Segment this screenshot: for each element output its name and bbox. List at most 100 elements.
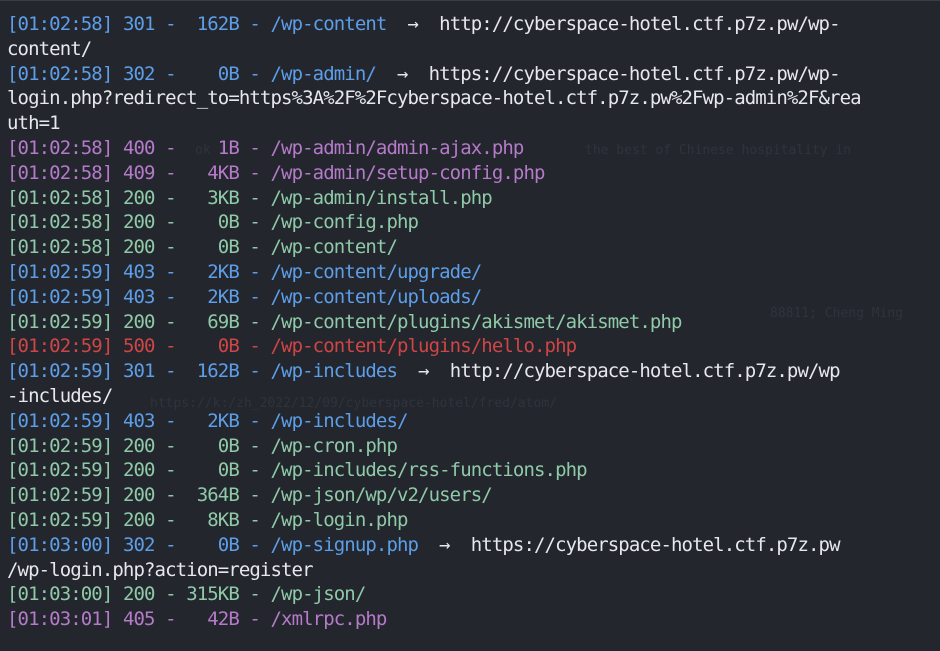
- request-path: /wp-content/plugins/hello.php: [270, 335, 578, 358]
- scan-output: [01:02:58] 301 - 162B - /wp-content → ht…: [7, 12, 937, 632]
- separator: -: [154, 13, 187, 35]
- terminal-window[interactable]: the best of Chinese hospitality in ok f …: [0, 0, 940, 651]
- log-line: [01:02:58] 409 - 4KB - /wp-admin/setup-c…: [7, 161, 937, 186]
- status-code: 301: [122, 13, 156, 35]
- log-line: [01:02:58] 200 - 0B - /wp-config.php: [7, 210, 937, 235]
- log-line: [01:02:59] 200 - 69B - /wp-content/plugi…: [7, 310, 937, 335]
- log-line: [01:02:59] 200 - 364B - /wp-json/wp/v2/u…: [7, 483, 937, 508]
- separator: -: [154, 310, 187, 333]
- timestamp: [01:02:58]: [7, 236, 113, 259]
- response-size: 162B: [186, 13, 240, 35]
- timestamp: [01:02:59]: [7, 335, 113, 358]
- status-code: 302: [122, 533, 156, 556]
- status-code: 200: [122, 310, 156, 333]
- separator: -: [154, 335, 187, 358]
- separator: -: [154, 459, 187, 482]
- timestamp: [01:02:58]: [7, 161, 113, 184]
- timestamp: [01:02:59]: [7, 409, 113, 432]
- separator: -: [238, 335, 271, 358]
- response-size: 0B: [186, 211, 240, 234]
- request-path: /wp-login.php: [270, 508, 409, 531]
- log-entry: [01:02:58] 302 - 0B - /wp-admin/: [7, 62, 377, 85]
- status-code: 403: [122, 260, 156, 283]
- log-entry: [01:03:01] 405 - 42B - /xmlrpc.php: [7, 608, 388, 631]
- redirect-url: https://cyberspace-hotel.ctf.p7z.pw: [470, 533, 841, 556]
- log-line: [01:02:59] 200 - 0B - /wp-includes/rss-f…: [7, 458, 937, 483]
- log-entry: [01:03:00] 200 - 315KB - /wp-json/: [7, 583, 367, 606]
- timestamp: [01:02:59]: [7, 459, 113, 482]
- separator: -: [154, 136, 187, 159]
- separator: -: [154, 434, 187, 457]
- separator: -: [154, 409, 187, 432]
- request-path: /wp-json/wp/v2/users/: [270, 484, 493, 507]
- request-path: /wp-content/: [270, 236, 398, 259]
- log-entry: [01:02:59] 200 - 0B - /wp-includes/rss-f…: [7, 459, 588, 482]
- separator: -: [238, 136, 271, 159]
- status-code: 200: [122, 186, 156, 209]
- status-code: 200: [122, 434, 156, 457]
- redirect-url: http://cyberspace-hotel.ctf.p7z.pw/wp: [449, 360, 841, 383]
- log-line: [01:02:59] 500 - 0B - /wp-content/plugin…: [7, 334, 937, 359]
- separator: -: [238, 533, 271, 556]
- log-line: [01:02:58] 200 - 0B - /wp-content/: [7, 235, 937, 260]
- request-path: /wp-admin/install.php: [270, 186, 493, 209]
- request-path: /xmlrpc.php: [270, 608, 388, 631]
- timestamp: [01:03:00]: [7, 533, 113, 556]
- log-line: [01:02:59] 403 - 2KB - /wp-includes/: [7, 409, 937, 434]
- redirect-arrow-icon: →: [407, 13, 419, 35]
- log-line: [01:02:59] 200 - 0B - /wp-cron.php: [7, 434, 937, 459]
- request-path: /wp-json/: [270, 583, 367, 606]
- log-line: [01:02:59] 403 - 2KB - /wp-content/uploa…: [7, 285, 937, 310]
- separator: -: [238, 459, 271, 482]
- response-size: 364B: [186, 484, 240, 507]
- status-code: 200: [122, 508, 156, 531]
- separator: -: [154, 583, 187, 606]
- timestamp: [01:02:59]: [7, 260, 113, 283]
- request-path: /wp-includes: [270, 360, 398, 383]
- status-code: 400: [122, 136, 156, 159]
- status-code: 409: [122, 161, 156, 184]
- log-line-wrap: -includes/: [7, 384, 937, 409]
- timestamp: [01:02:59]: [7, 508, 113, 531]
- log-entry: [01:02:59] 200 - 0B - /wp-cron.php: [7, 434, 398, 457]
- log-line: [01:02:58] 302 - 0B - /wp-admin/ → https…: [7, 62, 937, 87]
- log-entry: [01:02:58] 301 - 162B - /wp-content: [7, 13, 388, 35]
- status-code: 200: [122, 236, 156, 259]
- log-entry: [01:02:59] 301 - 162B - /wp-includes: [7, 360, 398, 383]
- separator: -: [238, 62, 271, 85]
- status-code: 405: [122, 608, 156, 631]
- separator: -: [154, 161, 187, 184]
- separator: -: [238, 260, 271, 283]
- redirect-arrow-icon: →: [418, 360, 429, 383]
- request-path: /wp-includes/: [270, 409, 409, 432]
- log-line: [01:02:58] 200 - 3KB - /wp-admin/install…: [7, 186, 937, 211]
- timestamp: [01:02:59]: [7, 484, 113, 507]
- request-path: /wp-content: [270, 13, 388, 35]
- timestamp: [01:02:59]: [7, 310, 113, 333]
- status-code: 301: [122, 360, 156, 383]
- separator: -: [154, 360, 187, 383]
- redirect-url-continued: uth=1: [7, 112, 61, 135]
- response-size: 4KB: [186, 161, 240, 184]
- log-entry: [01:02:58] 400 - 1B - /wp-admin/admin-aj…: [7, 136, 524, 159]
- response-size: 0B: [186, 533, 240, 556]
- separator: -: [238, 434, 271, 457]
- separator: -: [154, 608, 187, 631]
- status-code: 200: [122, 459, 156, 482]
- log-entry: [01:02:58] 200 - 3KB - /wp-admin/install…: [7, 186, 493, 209]
- log-entry: [01:02:59] 200 - 364B - /wp-json/wp/v2/u…: [7, 484, 493, 507]
- log-entry: [01:02:59] 403 - 2KB - /wp-includes/: [7, 410, 408, 432]
- separator: -: [238, 161, 271, 184]
- timestamp: [01:02:59]: [7, 434, 113, 457]
- request-path: /wp-content/upgrade/: [270, 260, 483, 283]
- log-line: [01:02:59] 403 - 2KB - /wp-content/upgra…: [7, 260, 937, 285]
- timestamp: [01:02:58]: [7, 136, 113, 159]
- status-code: 200: [122, 484, 156, 507]
- separator: -: [238, 583, 271, 606]
- status-code: 500: [122, 335, 156, 358]
- request-path: /wp-admin/: [270, 62, 377, 85]
- log-entry: [01:02:58] 200 - 0B - /wp-content/: [7, 236, 398, 259]
- separator: -: [238, 310, 271, 333]
- separator: -: [154, 62, 187, 85]
- redirect-url: http://cyberspace-hotel.ctf.p7z.pw/wp-: [439, 13, 840, 35]
